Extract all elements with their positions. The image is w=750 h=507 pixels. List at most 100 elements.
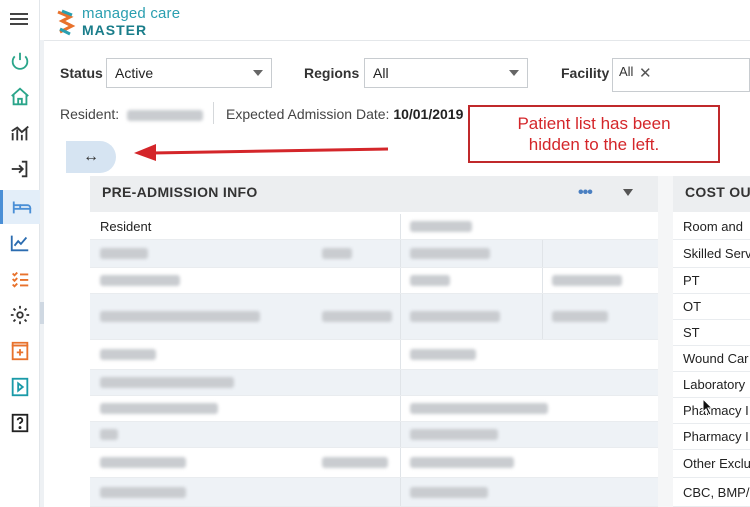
redacted-label	[400, 240, 490, 267]
status-label: Status	[60, 65, 103, 81]
cost-row: CBC, BMP/	[673, 478, 750, 507]
redacted-value	[400, 214, 472, 239]
redacted-label	[90, 422, 118, 447]
play-icon[interactable]	[0, 370, 40, 404]
resident-info: Resident:	[60, 106, 204, 122]
mouse-cursor-icon	[702, 398, 714, 416]
table-row	[90, 240, 658, 268]
annotation-arrow	[134, 144, 389, 161]
redacted-value	[400, 448, 514, 477]
redacted-value	[312, 448, 388, 477]
redacted-value	[312, 294, 392, 339]
sign-in-icon[interactable]	[0, 152, 40, 186]
patient-list-toggle[interactable]: ↔	[66, 141, 116, 173]
logo-text-top: managed care	[82, 5, 181, 22]
redacted-text	[552, 311, 608, 322]
redacted-text	[100, 429, 118, 440]
chevron-down-icon	[253, 70, 263, 76]
cost-row: Laboratory	[673, 372, 750, 398]
redacted-value	[542, 294, 608, 339]
redacted-text	[322, 248, 352, 259]
table-row	[90, 370, 658, 396]
admission-date: 10/01/2019	[393, 106, 464, 122]
admission-label: Expected Admission Date:	[226, 106, 390, 122]
bed-icon[interactable]	[0, 190, 40, 224]
redacted-label	[90, 268, 180, 293]
redacted-label	[90, 294, 260, 339]
checklist-icon[interactable]	[0, 262, 40, 296]
gear-icon[interactable]	[0, 298, 40, 332]
redacted-text	[322, 311, 392, 322]
redacted-text	[410, 457, 514, 468]
admission-info: Expected Admission Date: 10/01/2019	[226, 106, 463, 122]
redacted-label	[90, 448, 186, 477]
redacted-text	[410, 486, 488, 498]
cost-row: Pharmacy I	[673, 424, 750, 450]
resident-label: Resident:	[60, 106, 120, 122]
callout-line-1: Patient list has been	[517, 114, 671, 133]
redacted-label	[400, 268, 450, 293]
table-row	[90, 294, 658, 340]
redacted-text	[410, 311, 500, 322]
collapse-chevron-icon[interactable]	[623, 189, 633, 196]
table-row	[90, 478, 658, 507]
logo-icon	[57, 9, 76, 36]
redacted-label	[90, 370, 234, 395]
chevron-down-icon	[509, 70, 519, 76]
facility-label: Facility	[561, 65, 610, 81]
redacted-text	[100, 457, 186, 468]
redacted-label	[400, 294, 500, 339]
table-row	[90, 422, 658, 448]
cost-panel-title: COST OU	[685, 184, 750, 200]
redacted-text	[410, 349, 476, 360]
redacted-text	[552, 275, 622, 286]
redacted-text	[100, 275, 180, 286]
cost-row: Other Exclu	[673, 450, 750, 478]
app-logo: managed care MASTER	[56, 6, 180, 38]
redacted-label	[90, 240, 148, 267]
more-options-icon[interactable]: •••	[578, 184, 593, 202]
regions-select[interactable]: All	[364, 58, 528, 88]
header-divider	[44, 40, 750, 41]
regions-label: Regions	[304, 65, 360, 81]
redacted-label	[90, 478, 186, 506]
cost-row: Room and	[673, 214, 750, 240]
cost-panel-header: COST OU	[673, 176, 750, 212]
redacted-value	[400, 396, 548, 421]
redacted-text	[100, 311, 260, 322]
help-icon[interactable]	[0, 406, 40, 440]
resident-header-label: Resident	[100, 219, 152, 234]
redacted-value	[312, 240, 352, 267]
resident-name-redacted	[127, 109, 204, 121]
redacted-value	[400, 340, 476, 369]
redacted-value	[400, 422, 498, 447]
logo-text-bottom: MASTER	[82, 22, 148, 38]
collapsed-list-marker	[40, 302, 44, 324]
menu-icon[interactable]	[10, 10, 28, 28]
callout-line-2: hidden to the left.	[528, 135, 660, 154]
table-row: Resident	[90, 214, 658, 240]
annotation-callout: Patient list has been hidden to the left…	[468, 105, 720, 163]
trend-icon[interactable]	[0, 226, 40, 260]
remove-tag-icon[interactable]: ✕	[639, 64, 652, 82]
facility-tag: All	[619, 64, 634, 79]
panel-header: PRE-ADMISSION INFO •••	[90, 176, 658, 212]
medical-add-icon[interactable]	[0, 334, 40, 368]
redacted-label	[90, 396, 218, 421]
facility-multiselect[interactable]: All ✕	[612, 58, 750, 92]
cost-row: Wound Car	[673, 346, 750, 372]
status-select-value: Active	[115, 65, 154, 81]
home-icon[interactable]	[0, 80, 40, 114]
panel-title: PRE-ADMISSION INFO	[102, 184, 258, 200]
redacted-text	[100, 403, 218, 414]
redacted-text	[410, 221, 472, 232]
cost-row: ST	[673, 320, 750, 346]
status-select[interactable]: Active	[106, 58, 272, 88]
chart-icon[interactable]	[0, 116, 40, 150]
redacted-text	[322, 457, 388, 468]
power-icon[interactable]	[0, 44, 40, 78]
redacted-text	[410, 403, 548, 414]
redacted-text	[100, 486, 186, 498]
left-nav-rail	[0, 0, 40, 507]
cost-row: Skilled Serv	[673, 240, 750, 268]
